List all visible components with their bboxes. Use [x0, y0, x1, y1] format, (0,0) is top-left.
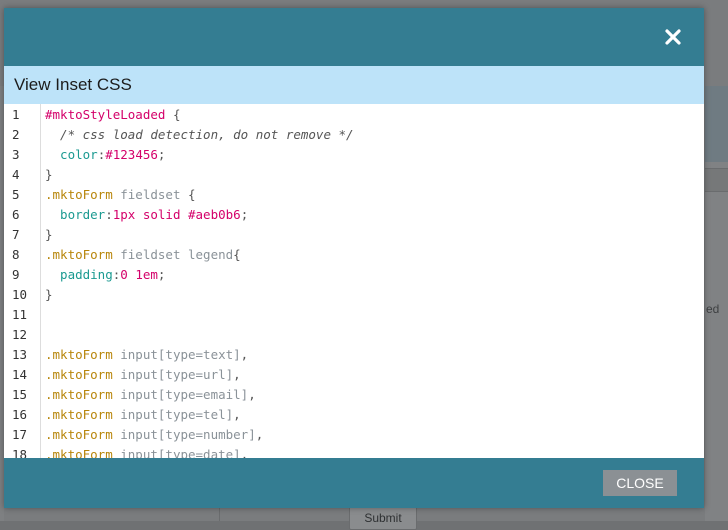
line-number: 15: [12, 387, 28, 402]
code-line: 1 #mktoStyleLoaded {: [4, 105, 704, 125]
modal-title: View Inset CSS: [14, 75, 132, 94]
background-right-text: ed: [706, 302, 720, 316]
code-text: .mktoForm fieldset {: [45, 187, 196, 202]
code-text: .mktoForm input[type=date],: [45, 447, 249, 458]
code-text: .mktoForm input[type=text],: [45, 347, 249, 362]
background-right-band: [705, 86, 728, 162]
code-text: #mktoStyleLoaded {: [45, 107, 181, 122]
line-number: 10: [12, 287, 28, 302]
code-line: 4}: [4, 165, 704, 185]
css-code-viewer[interactable]: 1 #mktoStyleLoaded { 2 /* css load detecti…: [4, 104, 704, 458]
close-button[interactable]: CLOSE: [603, 470, 677, 496]
line-number: 1: [12, 107, 20, 122]
code-line: 8 .mktoForm fieldset legend{: [4, 245, 704, 265]
code-text: }: [45, 287, 53, 302]
line-number: 5: [12, 187, 20, 202]
code-line: 2 /* css load detection, do not remove *…: [4, 125, 704, 145]
line-number: 17: [12, 427, 28, 442]
code-text: .mktoForm input[type=tel],: [45, 407, 241, 422]
modal-header: [4, 8, 704, 66]
code-line: 14 .mktoForm input[type=url],: [4, 365, 704, 385]
code-line: 11: [4, 305, 704, 325]
code-line: 16 .mktoForm input[type=tel],: [4, 405, 704, 425]
line-number: 8: [12, 247, 20, 262]
code-text: .mktoForm fieldset legend{: [45, 247, 241, 262]
code-line: 18 .mktoForm input[type=date],: [4, 445, 704, 458]
line-number: 12: [12, 327, 28, 342]
code-line: 17 .mktoForm input[type=number],: [4, 425, 704, 445]
code-text: }: [45, 227, 53, 242]
line-number: 14: [12, 367, 28, 382]
line-number: 18: [12, 447, 28, 458]
line-number: 3: [12, 147, 20, 162]
line-number: 4: [12, 167, 20, 182]
code-line: 5 .mktoForm fieldset {: [4, 185, 704, 205]
code-line: 3 color:#123456;: [4, 145, 704, 165]
code-line: 15 .mktoForm input[type=email],: [4, 385, 704, 405]
code-line: 12: [4, 325, 704, 345]
background-submit-button: Submit: [349, 506, 417, 530]
code-line: 6 border:1px solid #aeb0b6;: [4, 205, 704, 225]
css-modal-dialog: View Inset CSS 1 #mktoStyleLoaded { 2 /* c…: [4, 8, 704, 508]
line-number: 16: [12, 407, 28, 422]
code-text: color:#123456;: [45, 147, 166, 162]
code-text: /* css load detection, do not remove */: [45, 127, 354, 142]
code-line: 13 .mktoForm input[type=text],: [4, 345, 704, 365]
line-number: 9: [12, 267, 20, 282]
code-text: }: [45, 167, 53, 182]
code-text: border:1px solid #aeb0b6;: [45, 207, 249, 222]
line-number: 7: [12, 227, 20, 242]
line-number: 11: [12, 307, 28, 322]
code-line: 7}: [4, 225, 704, 245]
code-line: 10}: [4, 285, 704, 305]
close-icon[interactable]: [664, 28, 682, 46]
background-right-divider: [705, 168, 728, 192]
code-text: padding:0 1em;: [45, 267, 166, 282]
code-line: 9 padding:0 1em;: [4, 265, 704, 285]
code-text: .mktoForm input[type=number],: [45, 427, 264, 442]
modal-footer: CLOSE: [4, 458, 704, 508]
code-text: .mktoForm input[type=url],: [45, 367, 241, 382]
line-number: 2: [12, 127, 20, 142]
code-text: .mktoForm input[type=email],: [45, 387, 256, 402]
line-number: 6: [12, 207, 20, 222]
modal-title-bar: View Inset CSS: [4, 66, 704, 104]
line-number: 13: [12, 347, 28, 362]
